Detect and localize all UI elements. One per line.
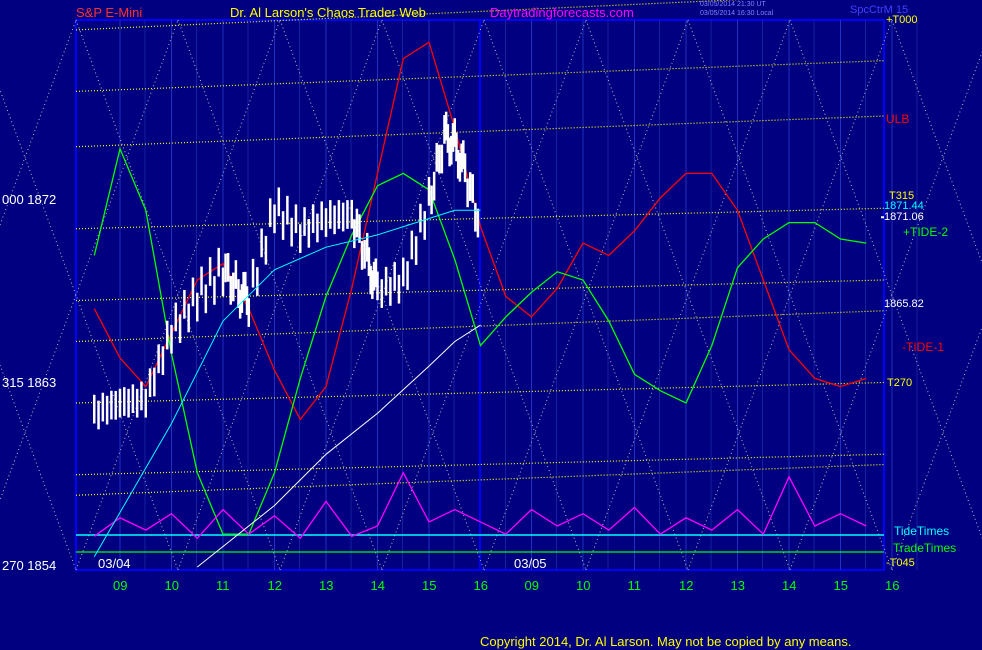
x-tick-label: 15 <box>422 578 437 593</box>
x-tick-label: 10 <box>576 578 591 593</box>
copyright-notice: Copyright 2014, Dr. Al Larson. May not b… <box>480 634 852 649</box>
label-tide-2: +TIDE-2 <box>903 225 949 239</box>
label-trade-times: TradeTimes <box>893 541 957 555</box>
y-label-bottom: 270 1854 <box>2 558 57 573</box>
timestamp-ut: 03/05/2014 21:30 UT <box>700 1 766 8</box>
x-tick-label: 14 <box>782 578 797 593</box>
x-tick-label: 10 <box>164 578 179 593</box>
symbol-title: S&P E-Mini <box>76 5 143 20</box>
date-session-1: 03/04 <box>98 556 131 571</box>
x-tick-label: 12 <box>267 578 282 593</box>
x-tick-label: 11 <box>216 578 230 593</box>
y-label-top: 000 1872 <box>2 192 57 207</box>
label-ulb: ULB <box>886 112 910 126</box>
label-t000: +T000 <box>886 14 918 26</box>
x-tick-label: 12 <box>679 578 694 593</box>
site-url[interactable]: Daytradingforecasts.com <box>490 5 634 20</box>
x-tick-label: 15 <box>833 578 848 593</box>
y-label-mid: 315 1863 <box>2 375 57 390</box>
x-tick-label: 09 <box>113 578 128 593</box>
label-t270: T270 <box>887 377 913 389</box>
x-tick-label: 13 <box>730 578 745 593</box>
lattice-line <box>891 19 982 265</box>
label-t045: -T045 <box>886 557 915 569</box>
label-last-price: 1871.06 <box>884 211 924 223</box>
x-tick-label: 14 <box>370 578 385 593</box>
site-title: Dr. Al Larson's Chaos Trader Web <box>230 5 426 20</box>
label-ma-slow-value: 1865.82 <box>884 298 924 310</box>
label-tide-1: -TIDE-1 <box>902 340 944 354</box>
date-session-2: 03/05 <box>514 556 547 571</box>
timestamp-local: 03/05/2014 16:30 Local <box>700 10 774 17</box>
lattice-line <box>0 19 77 227</box>
x-tick-label: 11 <box>627 578 642 593</box>
x-tick-label: 09 <box>524 578 539 593</box>
x-tick-label: 13 <box>319 578 334 593</box>
chart-canvas <box>0 0 982 571</box>
x-tick-label: 16 <box>885 578 900 593</box>
label-tide-times: TideTimes <box>894 524 950 538</box>
lattice-line <box>0 363 77 571</box>
lattice-line <box>891 325 982 571</box>
x-tick-label: 16 <box>473 578 488 593</box>
